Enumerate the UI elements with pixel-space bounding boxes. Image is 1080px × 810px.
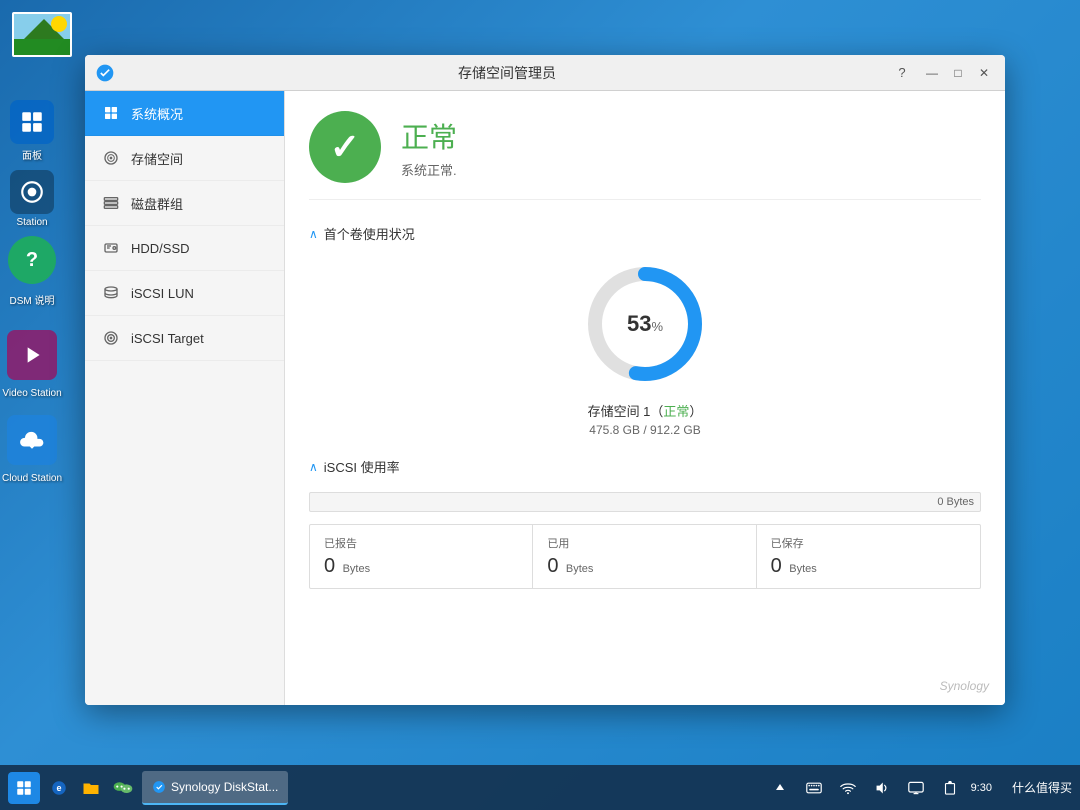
taskbar-diskstation-label: Synology DiskStat... [171,780,278,794]
taskbar-start-button[interactable] [8,772,40,804]
taskbar-wifi-icon[interactable] [835,775,861,801]
taskbar-diskstation-item[interactable]: Synology DiskStat... [142,771,288,805]
hddssd-icon [101,238,121,258]
sidebar-item-hddssd[interactable]: HDD/SSD [85,226,284,271]
iscsi-stat-used: 已用 0 Bytes [533,525,756,588]
desktop-photo [12,12,72,57]
status-section: ✓ 正常 系统正常. [309,111,981,200]
taskbar-time: 9:30 [971,782,992,794]
close-button[interactable]: ✕ [973,62,995,84]
iscsi-lun-icon [101,283,121,303]
svg-text:e: e [56,783,61,793]
iscsi-reported-label: 已报告 [324,535,518,551]
sidebar-label-iscsi-lun: iSCSI LUN [131,286,194,301]
main-content: ✓ 正常 系统正常. ∧ 首个卷使用状况 [285,91,1005,705]
iscsi-saved-label: 已保存 [771,535,966,551]
video-station-icon[interactable] [7,330,57,380]
panel-icon-label: 面板 [22,147,42,162]
iscsi-reported-number: 0 [324,555,335,577]
iscsi-stats-panel: 已报告 0 Bytes 已用 0 Bytes 已 [309,524,981,589]
taskbar-wechat-icon[interactable] [110,775,136,801]
donut-percent: 53 [627,311,651,336]
minimize-button[interactable]: — [921,62,943,84]
status-sub-label: 系统正常. [401,160,457,179]
taskbar-clipboard-icon[interactable] [937,775,963,801]
storage-icon [101,148,121,168]
status-main-label: 正常 [401,116,457,156]
taskbar-volume-icon[interactable] [869,775,895,801]
volume-section-title: 首个卷使用状况 [324,224,415,243]
sidebar-item-overview[interactable]: 系统概况 [85,91,284,136]
iscsi-saved-value: 0 Bytes [771,555,966,578]
taskbar-folder-icon[interactable] [78,775,104,801]
status-ok-icon: ✓ [309,111,381,183]
checkmark-icon: ✓ [330,126,360,168]
dsm-icon-label: DSM 说明 [10,292,55,307]
iscsi-used-label: 已用 [547,535,741,551]
sidebar-item-diskgroup[interactable]: 磁盘群组 [85,181,284,226]
window-controls: — □ ✕ [921,62,995,84]
window-title: 存储空间管理员 [123,63,891,83]
video-station-label: Video Station [2,388,61,399]
volume-arrow-icon: ∧ [309,227,318,241]
iscsi-used-number: 0 [547,555,558,577]
taskbar: e Synology DiskStat... [0,765,1080,810]
iscsi-used-value: 0 Bytes [547,555,741,578]
diskgroup-icon [101,193,121,213]
iscsi-stat-saved: 已保存 0 Bytes [757,525,980,588]
storage-manager-window: 存储空间管理员 ? — □ ✕ [85,55,1005,705]
iscsi-target-icon [101,328,121,348]
sidebar-label-overview: 系统概况 [131,104,183,123]
volume-section: 53% 存储空间 1（正常） 475.8 GB / 912.2 GB [309,259,981,437]
sidebar-item-panel[interactable]: 面板 [10,100,54,162]
iscsi-arrow-icon: ∧ [309,460,318,474]
volume-section-header[interactable]: ∧ 首个卷使用状况 [309,224,981,243]
sidebar-label-storage: 存储空间 [131,149,183,168]
status-text-block: 正常 系统正常. [401,116,457,179]
iscsi-bytes-label: 0 Bytes [937,496,974,508]
desktop: 面板 Station ? DSM 说明 Video Station [0,0,1080,810]
volume-status-label: 正常 [663,404,689,419]
sidebar-label-iscsi-target: iSCSI Target [131,331,204,346]
taskbar-chinese-label: 什么值得买 [1012,779,1072,796]
iscsi-stat-reported: 已报告 0 Bytes [310,525,533,588]
sidebar-label-diskgroup: 磁盘群组 [131,194,183,213]
iscsi-reported-unit: Bytes [343,563,371,575]
taskbar-chevron-icon[interactable] [767,775,793,801]
donut-chart: 53% [580,259,710,389]
iscsi-saved-number: 0 [771,555,782,577]
iscsi-saved-unit: Bytes [789,563,817,575]
iscsi-reported-value: 0 Bytes [324,555,518,578]
help-button[interactable]: ? [891,62,913,84]
left-icons-panel: 面板 Station ? DSM 说明 Video Station [2,100,62,484]
cloud-station-label: Cloud Station [2,473,62,484]
iscsi-usage-bar: 0 Bytes [309,492,981,512]
title-bar: 存储空间管理员 ? — □ ✕ [85,55,1005,91]
sidebar: 系统概况 存储空间 [85,91,285,705]
sidebar-item-storage[interactable]: 存储空间 [85,136,284,181]
taskbar-ie-icon[interactable]: e [46,775,72,801]
sidebar-item-iscsi-target[interactable]: iSCSI Target [85,316,284,361]
donut-percent-sign: % [651,319,663,334]
overview-icon [101,103,121,123]
iscsi-section-header[interactable]: ∧ iSCSI 使用率 [309,457,981,476]
taskbar-monitor-icon[interactable] [903,775,929,801]
maximize-button[interactable]: □ [947,62,969,84]
iscsi-used-unit: Bytes [566,563,594,575]
sidebar-item-iscsi-lun[interactable]: iSCSI LUN [85,271,284,316]
volume-name: 存储空间 1（正常） [588,401,703,420]
window-icon [95,63,115,83]
taskbar-keyboard-icon[interactable] [801,775,827,801]
station-icon-label: Station [16,217,47,228]
volume-size: 475.8 GB / 912.2 GB [589,423,700,437]
iscsi-section-title: iSCSI 使用率 [324,457,400,476]
window-body: 系统概况 存储空间 [85,91,1005,705]
sidebar-item-station[interactable]: Station [10,170,54,228]
dsm-icon[interactable]: ? [8,236,56,284]
taskbar-right-area: 9:30 什么值得买 [767,775,1072,801]
donut-center: 53% [627,311,663,337]
synology-watermark: Synology [940,679,989,693]
sidebar-label-hddssd: HDD/SSD [131,241,190,256]
cloud-station-icon[interactable] [7,415,57,465]
